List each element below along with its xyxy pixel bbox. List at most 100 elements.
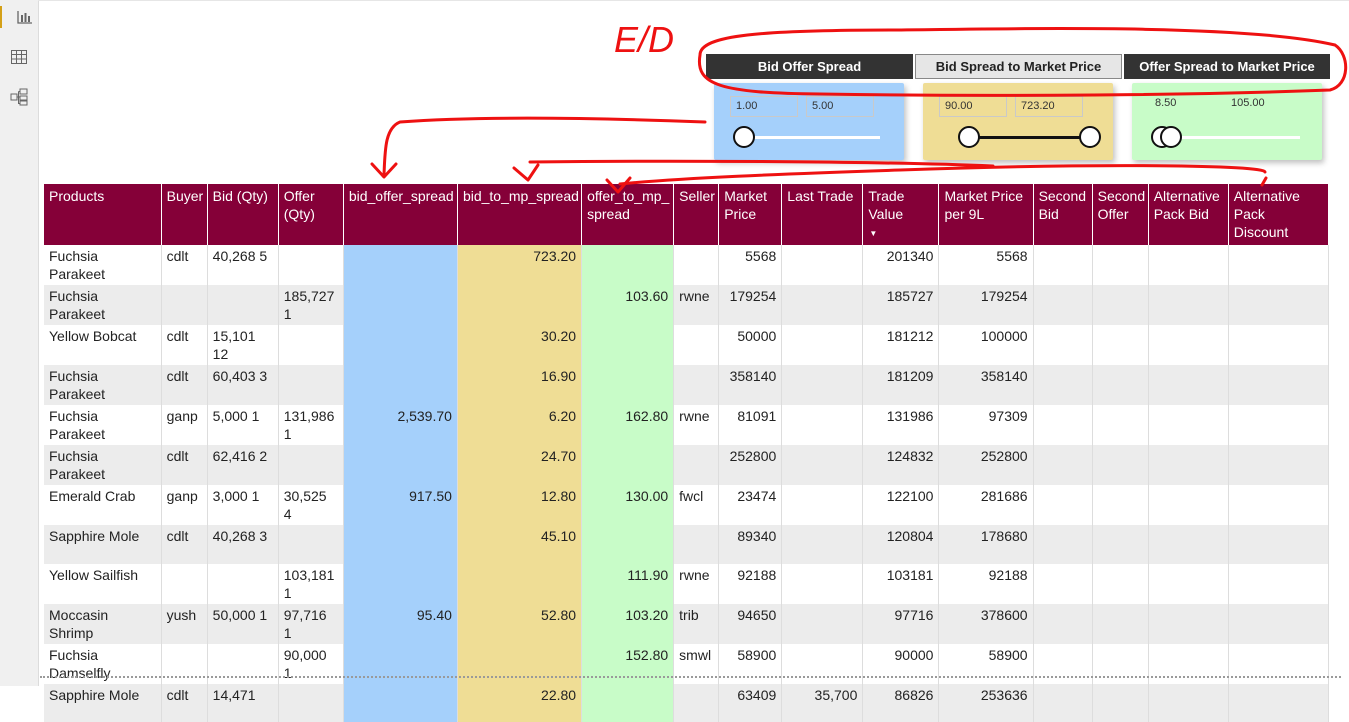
- column-header-buyer[interactable]: Buyer: [161, 184, 208, 245]
- cell-seller: [673, 245, 720, 285]
- cell-buyer: cdlt: [161, 445, 208, 485]
- table-row[interactable]: Sapphire Mole cdlt 14,471 22.80 63409 35,700 8…: [44, 683, 1330, 722]
- cell-product: Emerald Crab: [44, 485, 162, 525]
- cell-bid-qty: 50,000 1: [207, 603, 279, 644]
- cell-product: Fuchsia Parakeet: [44, 405, 162, 445]
- table-row[interactable]: Yellow Sailfish 103,181 1 111.90 rwne 92188 1…: [44, 563, 1330, 604]
- cell-market-price: 179254: [718, 285, 783, 325]
- cell-market-price-per-9l: 5568: [938, 245, 1034, 285]
- table-row[interactable]: Fuchsia Parakeet cdlt 60,403 3 16.90 358140 1…: [44, 365, 1330, 405]
- cell-trade-value: 181212: [862, 325, 940, 365]
- cell-bid-offer-spread: [343, 683, 458, 722]
- cell-last-trade: [781, 563, 864, 604]
- slicer-min-value[interactable]: 8.50: [1155, 97, 1176, 109]
- cell-last-trade: 35,700: [781, 683, 864, 722]
- slicer-max-handle[interactable]: [1079, 126, 1101, 148]
- table-row[interactable]: Fuchsia Parakeet 185,727 1 103.60 rwne 17925…: [44, 285, 1330, 325]
- column-header-second-offer[interactable]: Second Offer: [1092, 184, 1149, 245]
- cell-buyer: [161, 285, 208, 325]
- cell-bid-to-mp-spread: 45.10: [457, 525, 583, 564]
- report-view-icon[interactable]: [0, 6, 40, 28]
- column-header-products[interactable]: Products: [44, 184, 162, 245]
- cell-alternative-pack-bid: [1148, 405, 1229, 445]
- offer-spread-to-market-price-button[interactable]: Offer Spread to Market Price: [1124, 54, 1330, 79]
- cell-buyer: cdlt: [161, 525, 208, 564]
- table-row[interactable]: Fuchsia Parakeet ganp 5,000 1 131,986 1 2,53…: [44, 405, 1330, 445]
- table-row[interactable]: Emerald Crab ganp 3,000 1 30,525 4 917.50 12.…: [44, 485, 1330, 525]
- cell-product: Yellow Bobcat: [44, 325, 162, 365]
- slicer-max-value[interactable]: 105.00: [1231, 97, 1265, 109]
- column-header-bid-to-mp-spread[interactable]: bid_to_mp_spread: [457, 184, 583, 245]
- slicer-min-handle[interactable]: [958, 126, 980, 148]
- cell-trade-value: 122100: [862, 485, 940, 525]
- model-view-icon[interactable]: [8, 86, 30, 108]
- cell-market-price: 252800: [718, 445, 783, 485]
- column-header-seller[interactable]: Seller: [673, 184, 720, 245]
- cell-buyer: cdlt: [161, 245, 208, 285]
- cell-second-bid: [1033, 365, 1093, 405]
- cell-bid-to-mp-spread: [457, 285, 583, 325]
- cell-seller: [673, 445, 720, 485]
- column-header-trade-value[interactable]: Trade Value ▼: [862, 184, 940, 245]
- table-row[interactable]: Yellow Bobcat cdlt 15,101 12 30.20 50000 1812…: [44, 325, 1330, 365]
- table-body: Fuchsia Parakeet cdlt 40,268 5 723.20 5568 20…: [44, 245, 1330, 722]
- table-row[interactable]: Sapphire Mole cdlt 40,268 3 45.10 89340 12080…: [44, 525, 1330, 564]
- column-header-last-trade[interactable]: Last Trade: [781, 184, 864, 245]
- cell-market-price-per-9l: 97309: [938, 405, 1034, 445]
- bid-offer-spread-button[interactable]: Bid Offer Spread: [706, 54, 913, 79]
- cell-trade-value: 185727: [862, 285, 940, 325]
- cell-last-trade: [781, 365, 864, 405]
- slicer-max-input[interactable]: 723.20: [1015, 96, 1083, 117]
- cell-buyer: ganp: [161, 485, 208, 525]
- cell-bid-qty: 14,471: [207, 683, 279, 722]
- slicer-track[interactable]: [744, 136, 880, 139]
- cell-second-offer: [1092, 683, 1149, 722]
- table-row[interactable]: Moccasin Shrimp yush 50,000 1 97,716 1 95.40…: [44, 603, 1330, 644]
- cell-alternative-pack-discount: [1228, 285, 1330, 325]
- slicer-max-input[interactable]: 5.00: [806, 96, 874, 117]
- annotation-arrow: [618, 164, 1267, 186]
- column-header-alternative-pack-discount[interactable]: Alternative Pack Discount: [1228, 184, 1330, 245]
- cell-bid-to-mp-spread: 6.20: [457, 405, 583, 445]
- column-header-alternative-pack-bid[interactable]: Alternative Pack Bid: [1148, 184, 1229, 245]
- slicer-min-input[interactable]: 1.00: [730, 96, 798, 117]
- column-header-market-price[interactable]: Market Price: [718, 184, 783, 245]
- table-row[interactable]: Fuchsia Parakeet cdlt 40,268 5 723.20 5568 20…: [44, 245, 1330, 285]
- cell-bid-offer-spread: [343, 563, 458, 604]
- cell-last-trade: [781, 603, 864, 644]
- view-switcher-bar: [0, 0, 39, 686]
- cell-second-bid: [1033, 445, 1093, 485]
- cell-bid-qty: 40,268 3: [207, 525, 279, 564]
- slicer-min-input[interactable]: 90.00: [939, 96, 1007, 117]
- column-header-offer-qty[interactable]: Offer (Qty): [278, 184, 344, 245]
- column-header-market-price-per-9l[interactable]: Market Price per 9L: [938, 184, 1034, 245]
- slicer-min-handle[interactable]: [733, 126, 755, 148]
- cell-market-price: 358140: [718, 365, 783, 405]
- bid-spread-to-market-price-button[interactable]: Bid Spread to Market Price: [915, 54, 1122, 79]
- cell-alternative-pack-bid: [1148, 563, 1229, 604]
- column-header-bid-qty[interactable]: Bid (Qty): [207, 184, 279, 245]
- cell-market-price: 50000: [718, 325, 783, 365]
- cell-alternative-pack-bid: [1148, 445, 1229, 485]
- cell-bid-qty: 40,268 5: [207, 245, 279, 285]
- cell-market-price-per-9l: 252800: [938, 445, 1034, 485]
- cell-bid-to-mp-spread: 723.20: [457, 245, 583, 285]
- slicer-track[interactable]: [1162, 136, 1300, 139]
- column-header-label: Trade Value: [868, 188, 905, 222]
- cell-trade-value: 86826: [862, 683, 940, 722]
- cell-offer-to-mp-spread: [581, 525, 675, 564]
- cell-buyer: yush: [161, 603, 208, 644]
- cell-last-trade: [781, 285, 864, 325]
- column-header-second-bid[interactable]: Second Bid: [1033, 184, 1093, 245]
- column-header-bid-offer-spread[interactable]: bid_offer_spread: [343, 184, 458, 245]
- cell-alternative-pack-discount: [1228, 603, 1330, 644]
- column-header-offer-to-mp-spread[interactable]: offer_to_mp_ spread: [581, 184, 675, 245]
- sort-descending-icon: ▼: [869, 229, 878, 238]
- cell-trade-value: 97716: [862, 603, 940, 644]
- cell-market-price-per-9l: 92188: [938, 563, 1034, 604]
- slicer-max-handle[interactable]: [1160, 126, 1182, 148]
- data-view-icon[interactable]: [8, 46, 30, 68]
- slicer-range-fill[interactable]: [969, 136, 1091, 139]
- table-row[interactable]: Fuchsia Parakeet cdlt 62,416 2 24.70 252800 1…: [44, 445, 1330, 485]
- cell-seller: rwne: [673, 285, 720, 325]
